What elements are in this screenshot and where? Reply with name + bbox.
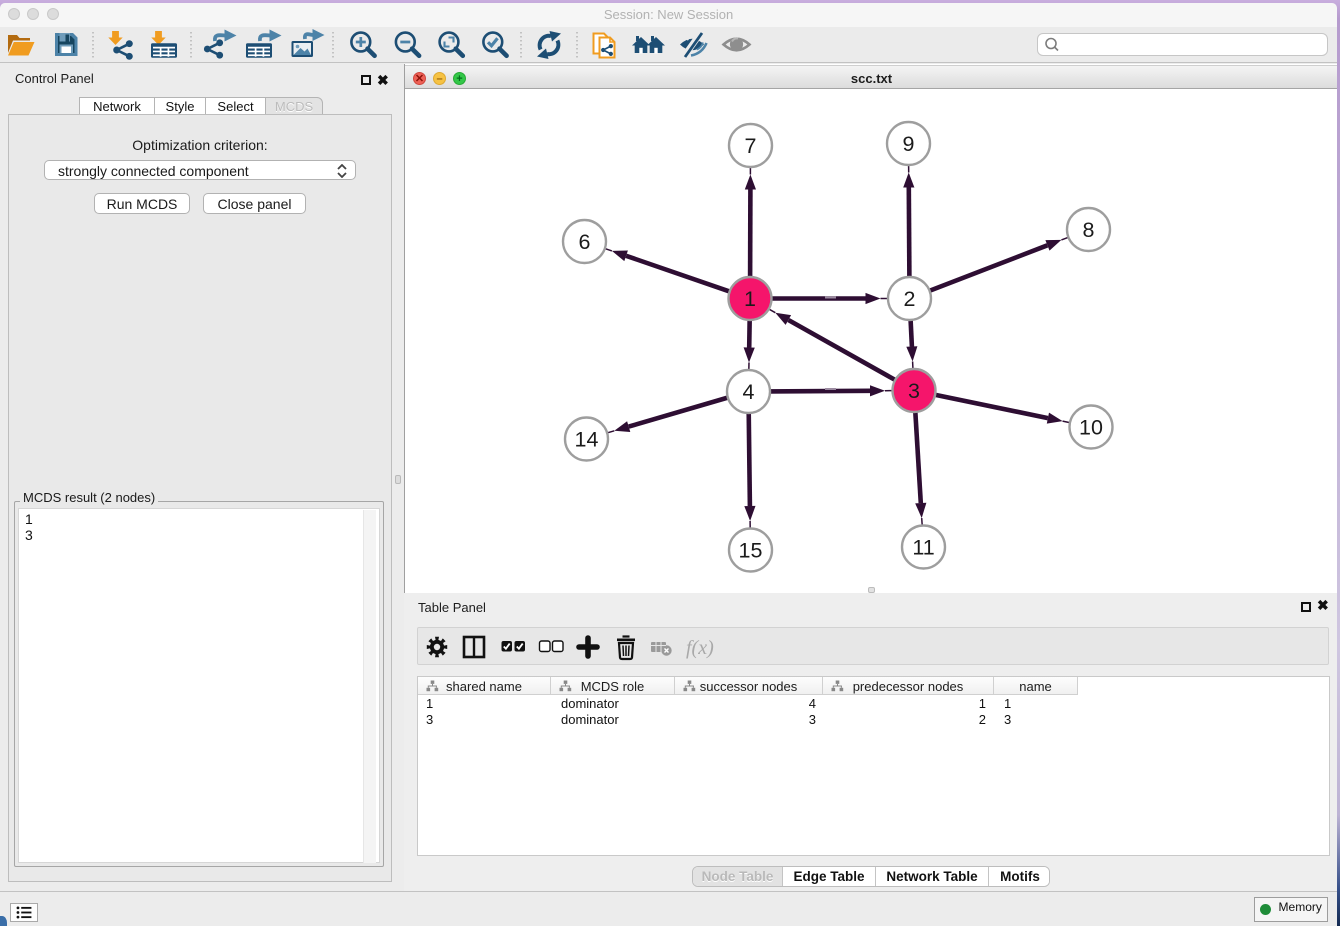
svg-text:f(x): f(x): [686, 637, 714, 659]
svg-text:2: 2: [904, 287, 916, 311]
svg-text:9: 9: [903, 132, 915, 156]
svg-text:4: 4: [743, 380, 755, 404]
svg-text:7: 7: [745, 134, 757, 158]
svg-text:3: 3: [908, 379, 920, 403]
svg-text:8: 8: [1083, 218, 1095, 242]
svg-text:6: 6: [579, 230, 591, 254]
svg-text:11: 11: [912, 536, 934, 560]
svg-text:10: 10: [1079, 416, 1103, 440]
svg-text:1: 1: [744, 287, 756, 311]
svg-text:14: 14: [575, 428, 599, 452]
svg-text:15: 15: [739, 539, 763, 563]
